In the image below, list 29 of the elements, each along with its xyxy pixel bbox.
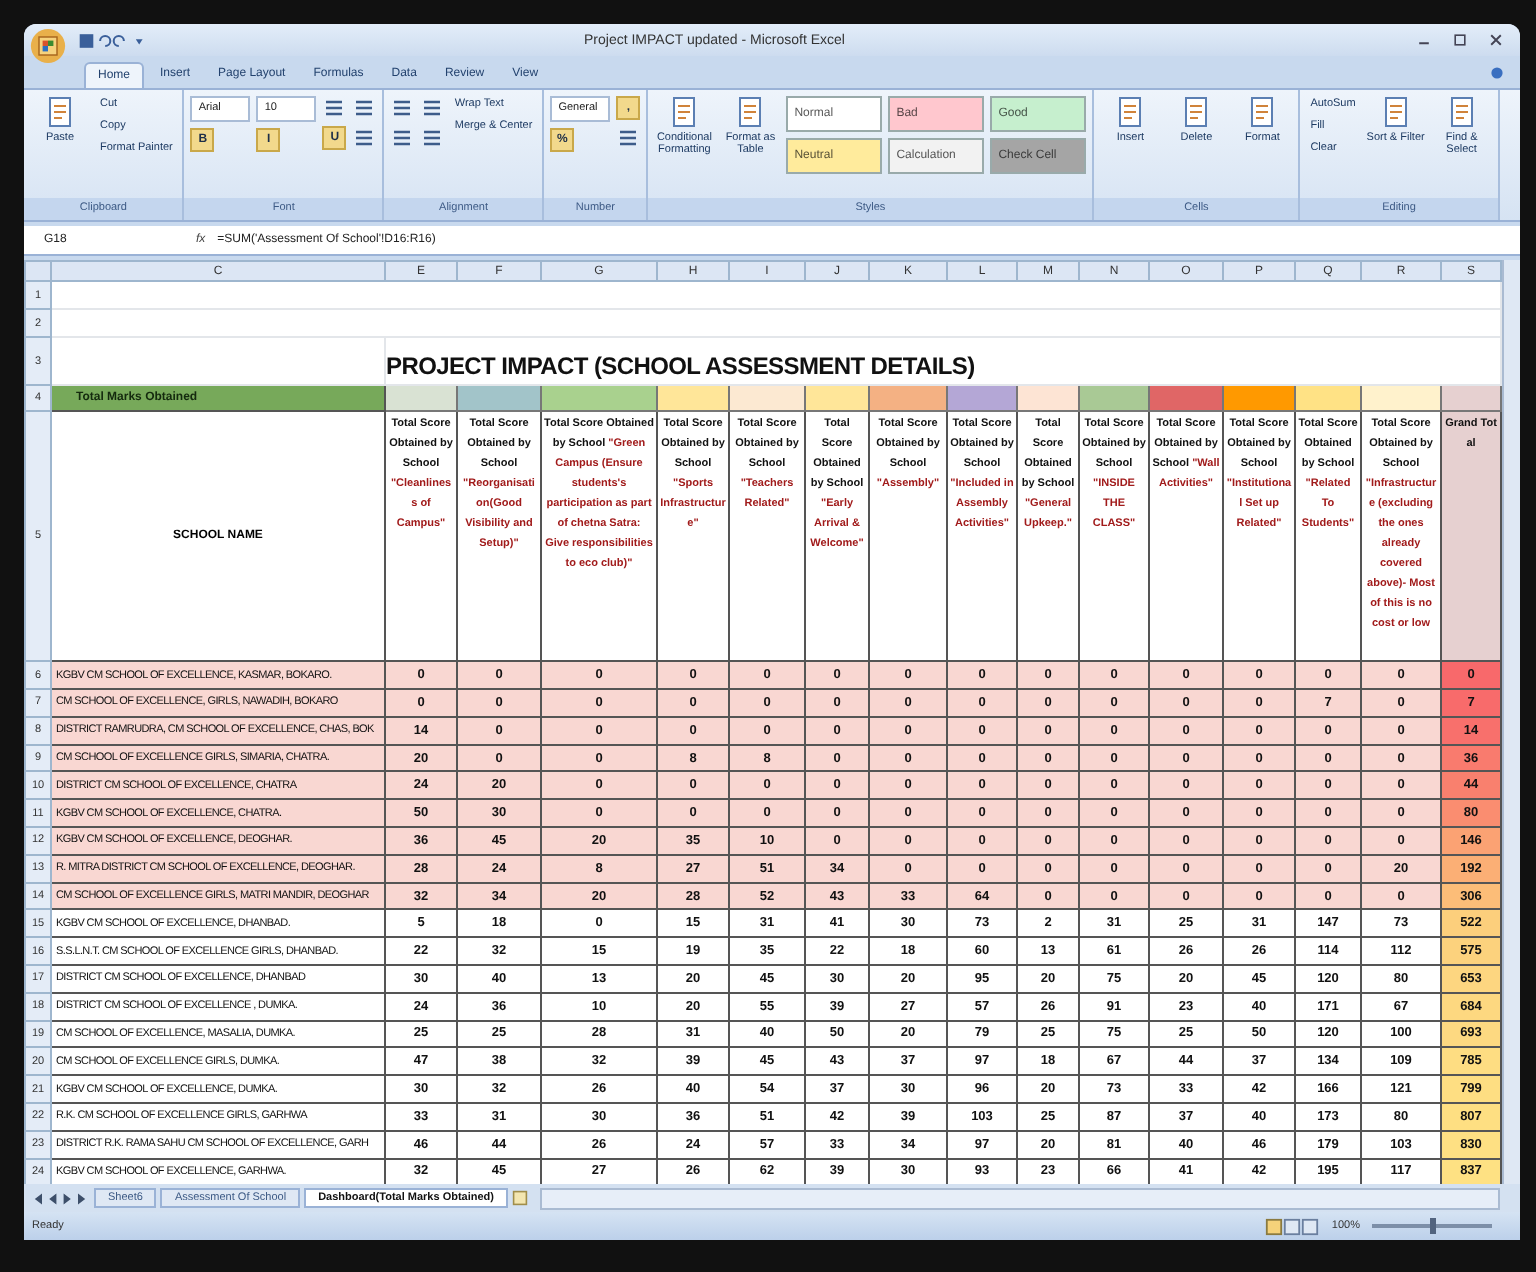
sheet-navigation-icon[interactable] bbox=[30, 1189, 90, 1208]
lines-icon[interactable] bbox=[616, 125, 641, 150]
quick-access-toolbar-icon[interactable] bbox=[78, 31, 146, 49]
document-icon bbox=[44, 95, 76, 128]
document-icon bbox=[1246, 95, 1279, 128]
close-icon[interactable] bbox=[1488, 32, 1504, 48]
lines-icon[interactable] bbox=[352, 95, 377, 120]
lines-icon[interactable] bbox=[420, 125, 445, 150]
document-icon bbox=[1114, 95, 1147, 128]
lines-icon[interactable] bbox=[322, 95, 347, 120]
document-icon bbox=[1180, 95, 1213, 128]
zoom-slider[interactable] bbox=[1372, 1224, 1492, 1229]
vertical-scrollbar[interactable] bbox=[1502, 260, 1520, 1185]
lines-icon[interactable] bbox=[352, 125, 377, 150]
sheet-title: PROJECT IMPACT (SCHOOL ASSESSMENT DETAILS) bbox=[387, 352, 975, 381]
help-icon[interactable] bbox=[1490, 65, 1504, 80]
slider-thumb[interactable] bbox=[1429, 1218, 1435, 1235]
document-icon bbox=[1379, 95, 1412, 128]
lines-icon[interactable] bbox=[390, 125, 415, 150]
document-icon bbox=[1445, 95, 1478, 128]
horizontal-scrollbar[interactable] bbox=[540, 1187, 1500, 1210]
lines-icon[interactable] bbox=[420, 95, 445, 120]
restore-icon[interactable] bbox=[1452, 32, 1468, 48]
lines-icon[interactable] bbox=[390, 95, 415, 120]
document-icon bbox=[734, 95, 767, 128]
new-sheet-icon[interactable] bbox=[512, 1190, 528, 1207]
office-button-icon[interactable] bbox=[30, 28, 66, 64]
document-icon bbox=[668, 95, 701, 128]
view-buttons-icon[interactable] bbox=[1263, 1217, 1320, 1236]
